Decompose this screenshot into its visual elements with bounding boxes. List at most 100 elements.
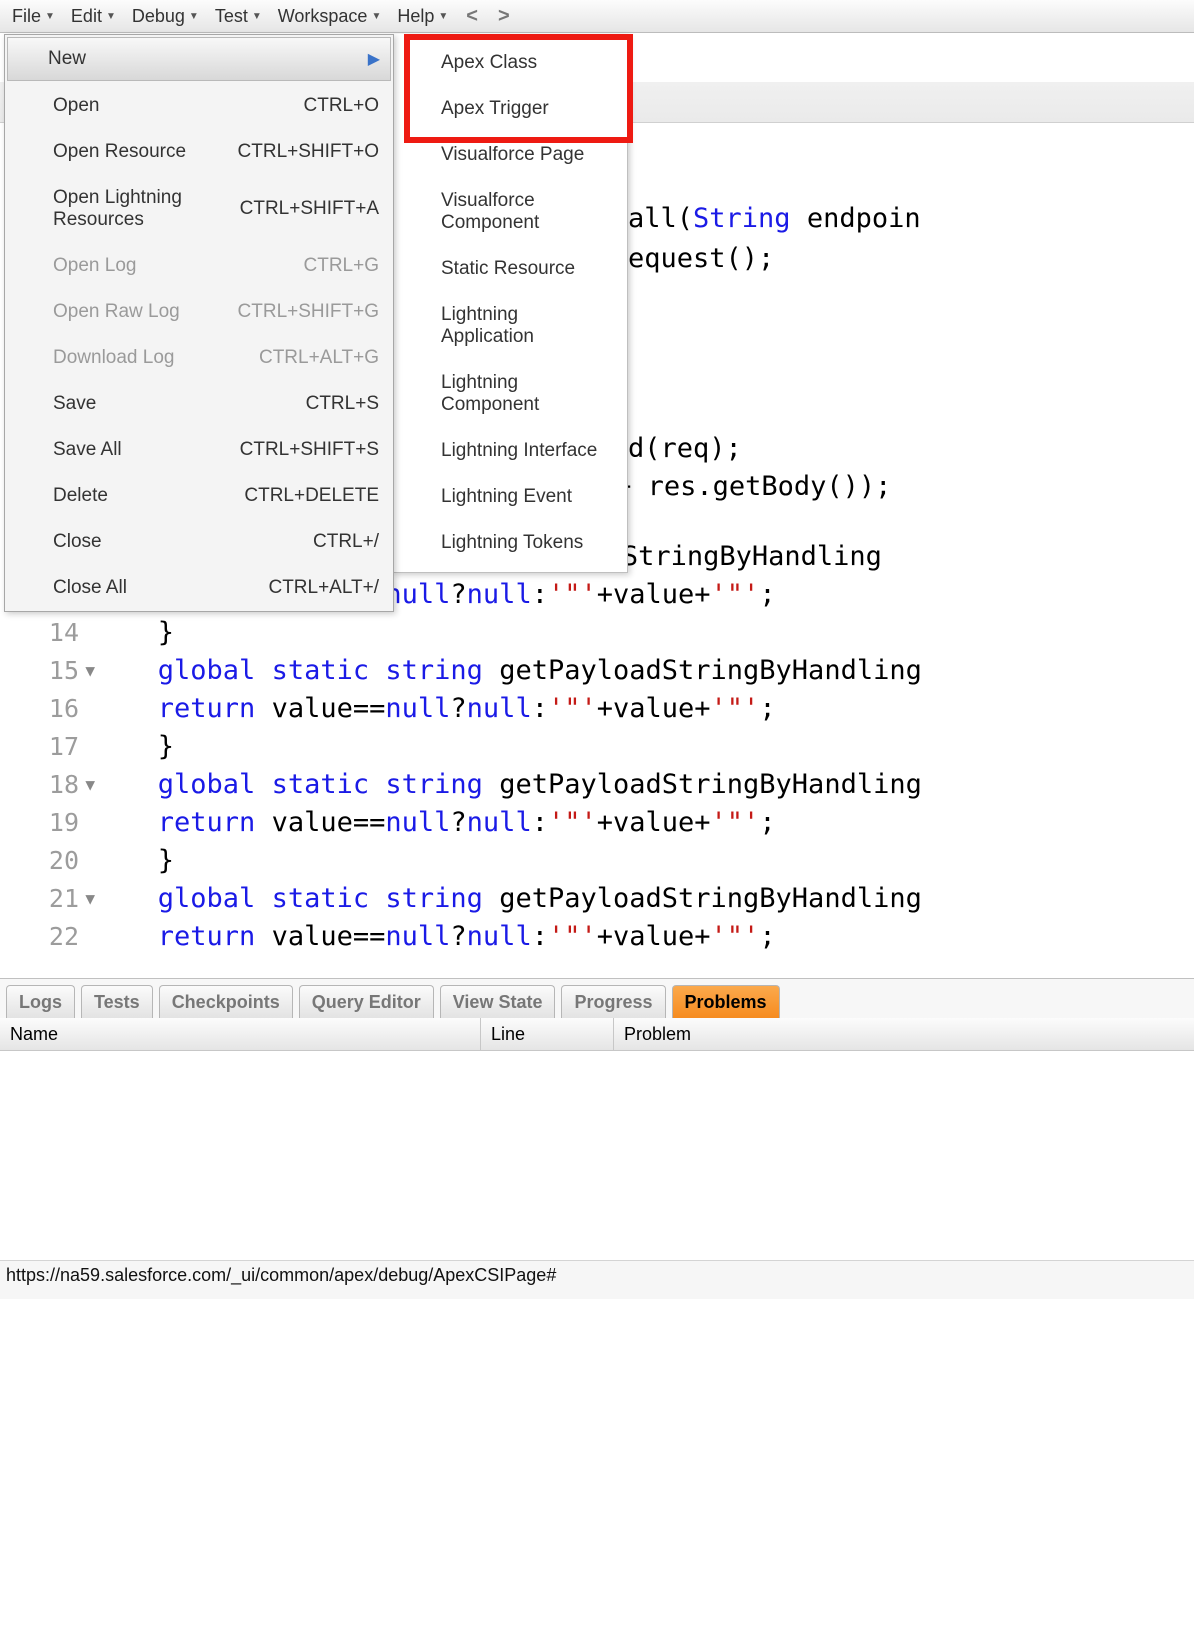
code-text[interactable]: return value==null?null:'"'+value+'"'; bbox=[109, 690, 776, 728]
menu-help[interactable]: Help▼ bbox=[389, 2, 456, 31]
new-submenu-lightning-component[interactable]: Lightning Component bbox=[393, 360, 627, 428]
code-token: return bbox=[158, 807, 256, 838]
code-token: string bbox=[385, 769, 483, 800]
code-line[interactable]: 14 } bbox=[0, 614, 1194, 652]
file-menu-new[interactable]: New ▶ bbox=[7, 37, 391, 81]
code-line[interactable]: 16 return value==null?null:'"'+value+'"'… bbox=[0, 690, 1194, 728]
code-line[interactable]: 17 } bbox=[0, 728, 1194, 766]
line-number: 16 bbox=[49, 691, 79, 726]
menubar: File▼ Edit▼ Debug▼ Test▼ Workspace▼ Help… bbox=[0, 0, 1194, 33]
line-number: 17 bbox=[49, 729, 79, 764]
code-line[interactable]: 21▼ global static string getPayloadStrin… bbox=[0, 880, 1194, 918]
fold-icon[interactable]: ▼ bbox=[83, 660, 95, 682]
new-submenu: Apex ClassApex TriggerVisualforce PageVi… bbox=[392, 34, 628, 573]
menu-item-label: Close All bbox=[53, 577, 127, 599]
new-submenu-apex-trigger[interactable]: Apex Trigger bbox=[393, 86, 627, 132]
file-menu-item-delete[interactable]: Delete CTRL+DELETE bbox=[5, 473, 393, 519]
bottom-tab-problems[interactable]: Problems bbox=[672, 985, 780, 1019]
code-token: : bbox=[532, 921, 548, 952]
menu-item-shortcut: CTRL+ALT+G bbox=[259, 347, 379, 369]
problems-header: Name Line Problem bbox=[0, 1018, 1194, 1051]
menu-item-shortcut: CTRL+/ bbox=[313, 531, 379, 553]
bottom-tab-progress[interactable]: Progress bbox=[561, 985, 665, 1019]
code-text[interactable]: } bbox=[109, 728, 174, 766]
caret-icon: ▼ bbox=[438, 11, 448, 22]
code-text[interactable]: global static string getPayloadStringByH… bbox=[109, 652, 922, 690]
new-submenu-lightning-application[interactable]: Lightning Application bbox=[393, 292, 627, 360]
code-line[interactable]: 22 return value==null?null:'"'+value+'"'… bbox=[0, 918, 1194, 956]
code-text[interactable]: global static string getPayloadStringByH… bbox=[109, 880, 922, 918]
code-line[interactable]: 18▼ global static string getPayloadStrin… bbox=[0, 766, 1194, 804]
menu-workspace[interactable]: Workspace▼ bbox=[270, 2, 390, 31]
new-submenu-lightning-tokens[interactable]: Lightning Tokens bbox=[393, 520, 627, 566]
menu-item-label: Save All bbox=[53, 439, 122, 461]
new-submenu-lightning-event[interactable]: Lightning Event bbox=[393, 474, 627, 520]
menu-test[interactable]: Test▼ bbox=[207, 2, 270, 31]
code-line[interactable]: 15▼ global static string getPayloadStrin… bbox=[0, 652, 1194, 690]
menu-debug[interactable]: Debug▼ bbox=[124, 2, 207, 31]
gutter: 20 bbox=[0, 842, 109, 880]
code-token: null bbox=[467, 807, 532, 838]
code-text[interactable]: global static string getPayloadStringByH… bbox=[109, 766, 922, 804]
bottom-tab-tests[interactable]: Tests bbox=[81, 985, 153, 1019]
code-token: string bbox=[385, 883, 483, 914]
menu-workspace-label: Workspace bbox=[278, 6, 368, 27]
nav-back-button[interactable]: < bbox=[456, 1, 488, 32]
code-token: static bbox=[272, 883, 370, 914]
code-text[interactable]: return value==null?null:'"'+value+'"'; bbox=[109, 918, 776, 956]
file-menu-item-open-lightning-resources[interactable]: Open Lightning ResourcesCTRL+SHIFT+A bbox=[5, 175, 393, 243]
code-token: +value+ bbox=[597, 921, 711, 952]
fold-icon[interactable]: ▼ bbox=[83, 888, 95, 910]
col-problem[interactable]: Problem bbox=[614, 1018, 1194, 1050]
menu-item-shortcut: CTRL+SHIFT+A bbox=[240, 198, 379, 220]
file-menu-item-open-raw-log: Open Raw LogCTRL+SHIFT+G bbox=[5, 289, 393, 335]
code-line[interactable]: 20 } bbox=[0, 842, 1194, 880]
code-token: value== bbox=[255, 693, 385, 724]
nav-forward-button[interactable]: > bbox=[488, 1, 520, 32]
file-menu-item-close-all[interactable]: Close All CTRL+ALT+/ bbox=[5, 565, 393, 611]
code-token: return bbox=[158, 921, 256, 952]
file-menu-item-close[interactable]: CloseCTRL+/ bbox=[5, 519, 393, 565]
bottom-tab-checkpoints[interactable]: Checkpoints bbox=[159, 985, 293, 1019]
code-text[interactable]: return value==null?null:'"'+value+'"'; bbox=[109, 804, 776, 842]
code-token: static bbox=[272, 655, 370, 686]
menu-item-shortcut: CTRL+ALT+/ bbox=[268, 577, 379, 599]
new-submenu-lightning-interface[interactable]: Lightning Interface bbox=[393, 428, 627, 474]
menu-file-label: File bbox=[12, 6, 41, 27]
new-submenu-visualforce-page[interactable]: Visualforce Page bbox=[393, 132, 627, 178]
file-menu-item-save[interactable]: SaveCTRL+S bbox=[5, 381, 393, 427]
code-token: +value+ bbox=[597, 693, 711, 724]
code-line[interactable]: 19 return value==null?null:'"'+value+'"'… bbox=[0, 804, 1194, 842]
code-token: ; bbox=[759, 579, 775, 610]
caret-icon: ▼ bbox=[45, 11, 55, 22]
code-text[interactable]: } bbox=[109, 614, 174, 652]
menu-item-shortcut: CTRL+DELETE bbox=[244, 485, 379, 507]
menu-item-label: Delete bbox=[53, 485, 108, 507]
bottom-tab-logs[interactable]: Logs bbox=[6, 985, 75, 1019]
bottom-tab-view-state[interactable]: View State bbox=[440, 985, 556, 1019]
bottom-tab-query-editor[interactable]: Query Editor bbox=[299, 985, 434, 1019]
gutter: 19 bbox=[0, 804, 109, 842]
file-menu-item-open-resource[interactable]: Open ResourceCTRL+SHIFT+O bbox=[5, 129, 393, 175]
file-menu-item-open-log: Open LogCTRL+G bbox=[5, 243, 393, 289]
caret-icon: ▼ bbox=[371, 11, 381, 22]
menu-test-label: Test bbox=[215, 6, 248, 27]
code-token bbox=[369, 655, 385, 686]
file-menu-item-save-all[interactable]: Save AllCTRL+SHIFT+S bbox=[5, 427, 393, 473]
menu-edit-label: Edit bbox=[71, 6, 102, 27]
gutter: 21▼ bbox=[0, 880, 109, 918]
new-submenu-visualforce-component[interactable]: Visualforce Component bbox=[393, 178, 627, 246]
col-name[interactable]: Name bbox=[0, 1018, 481, 1050]
fold-icon[interactable]: ▼ bbox=[83, 774, 95, 796]
code-text[interactable]: } bbox=[109, 842, 174, 880]
menu-edit[interactable]: Edit▼ bbox=[63, 2, 124, 31]
line-number: 19 bbox=[49, 805, 79, 840]
file-menu-item-open[interactable]: OpenCTRL+O bbox=[5, 83, 393, 129]
code-token: +value+ bbox=[597, 807, 711, 838]
code-token: static bbox=[272, 769, 370, 800]
menu-file[interactable]: File ▼ bbox=[4, 2, 63, 31]
gutter: 18▼ bbox=[0, 766, 109, 804]
new-submenu-static-resource[interactable]: Static Resource bbox=[393, 246, 627, 292]
col-line[interactable]: Line bbox=[481, 1018, 614, 1050]
new-submenu-apex-class[interactable]: Apex Class bbox=[393, 40, 627, 86]
